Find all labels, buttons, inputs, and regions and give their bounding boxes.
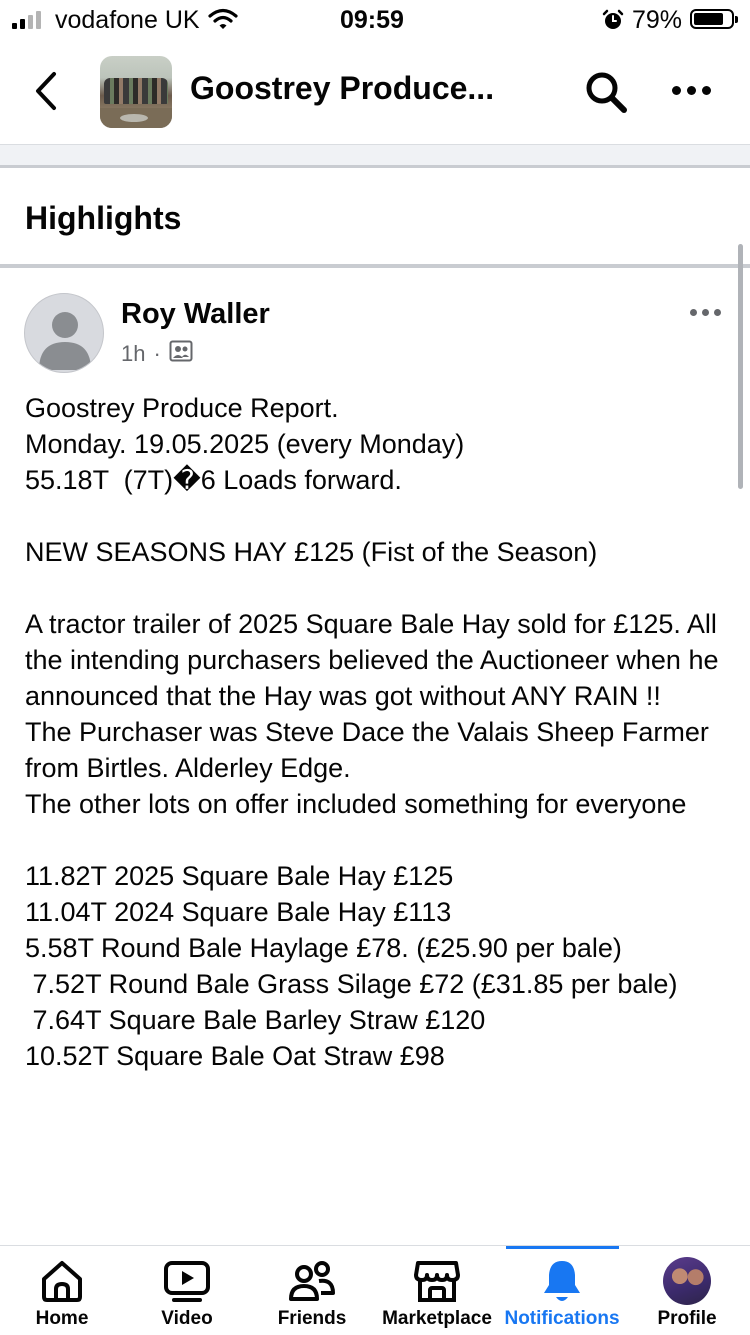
status-bar: vodafone UK 09:59 79% (0, 0, 750, 40)
post-meta: 1h · (121, 340, 193, 368)
tab-profile[interactable]: Profile (641, 1246, 733, 1335)
tab-friends[interactable]: Friends (266, 1246, 358, 1335)
back-icon[interactable] (30, 70, 64, 117)
meta-separator: · (153, 341, 161, 366)
battery-percent: 79% (632, 6, 683, 34)
profile-avatar (663, 1256, 711, 1306)
author-avatar[interactable] (24, 293, 104, 373)
clock: 09:59 (340, 6, 404, 34)
battery-icon (690, 9, 738, 29)
tab-notifications[interactable]: Notifications (500, 1246, 624, 1335)
carrier-name: vodafone UK (55, 6, 200, 34)
alarm-icon (602, 9, 624, 38)
tab-label: Home (35, 1308, 89, 1329)
tab-label: Video (161, 1308, 213, 1329)
tab-label: Notifications (504, 1308, 620, 1329)
friends-icon (287, 1256, 337, 1306)
group-cover-thumbnail[interactable] (100, 56, 172, 128)
signal-icon (12, 11, 41, 29)
tab-label: Profile (657, 1308, 717, 1329)
post-text: Goostrey Produce Report. Monday. 19.05.2… (25, 393, 719, 1071)
wifi-icon (208, 8, 238, 37)
header-separator (0, 145, 750, 168)
divider (0, 264, 750, 268)
post-time[interactable]: 1h (121, 341, 145, 367)
tab-video[interactable]: Video (141, 1246, 233, 1335)
post-author[interactable]: Roy Waller (121, 298, 270, 331)
group-title[interactable]: Goostrey Produce... (190, 70, 494, 107)
search-icon[interactable] (584, 70, 628, 119)
tab-home[interactable]: Home (16, 1246, 108, 1335)
scrollbar[interactable] (738, 244, 743, 489)
more-icon[interactable] (672, 86, 711, 95)
tab-marketplace[interactable]: Marketplace (378, 1246, 496, 1335)
tab-label: Friends (277, 1308, 347, 1329)
tab-label: Marketplace (382, 1308, 492, 1329)
bell-icon (538, 1256, 586, 1306)
group-header: Goostrey Produce... (0, 40, 750, 145)
marketplace-icon (412, 1256, 462, 1306)
group-audience-icon (169, 340, 193, 368)
post-options-icon[interactable] (690, 309, 721, 316)
video-icon (162, 1256, 212, 1306)
section-title: Highlights (25, 200, 182, 236)
bottom-tab-bar: Home Video Friends Marketplace Notificat… (0, 1245, 750, 1335)
home-icon (38, 1256, 86, 1306)
